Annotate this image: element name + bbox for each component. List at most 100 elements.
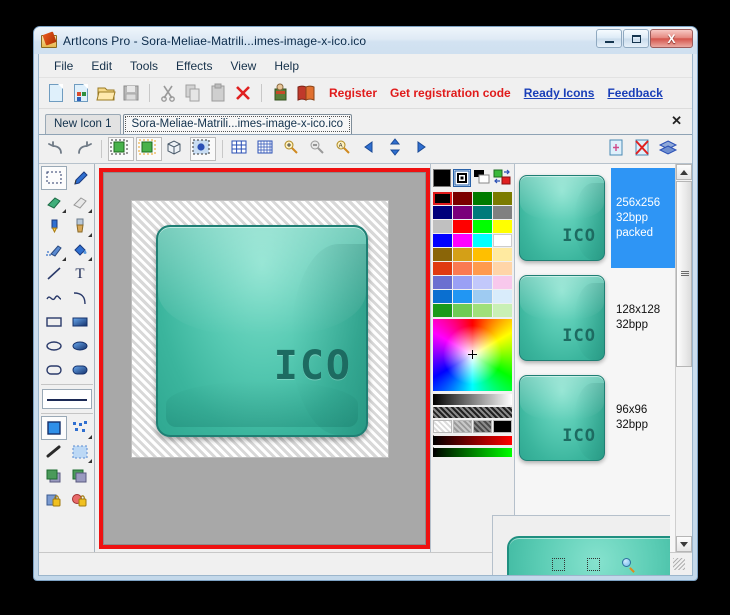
text-tool[interactable]: T xyxy=(67,262,93,286)
select-image-icon[interactable] xyxy=(108,137,134,161)
color-swatch[interactable] xyxy=(473,206,492,219)
alpha-swatch[interactable] xyxy=(453,420,472,433)
menu-item-tools[interactable]: Tools xyxy=(121,56,167,76)
format-list-item[interactable]: ICO 256x256 32bpp packed xyxy=(519,168,676,268)
color-swatch[interactable] xyxy=(493,304,512,317)
color-swatch[interactable] xyxy=(433,276,452,289)
arrow-left-icon[interactable] xyxy=(359,138,383,160)
color-swatch[interactable] xyxy=(453,206,472,219)
save-icon[interactable] xyxy=(120,82,142,104)
arrow-right-icon[interactable] xyxy=(411,138,435,160)
color-swatch[interactable] xyxy=(493,220,512,233)
color-swatch[interactable] xyxy=(493,206,512,219)
color-swatch[interactable] xyxy=(453,304,472,317)
select-image-orange-icon[interactable] xyxy=(136,137,162,161)
get-registration-code-link[interactable]: Get registration code xyxy=(390,86,511,100)
close-button[interactable]: X xyxy=(650,29,693,48)
title-bar[interactable]: ArtIcons Pro - Sora-Meliae-Matrili...ime… xyxy=(34,27,697,54)
extract-icon[interactable] xyxy=(269,82,291,104)
fill-color-tool[interactable] xyxy=(41,416,67,440)
grid-detail-icon[interactable] xyxy=(255,138,279,160)
color-swatch[interactable] xyxy=(433,192,452,205)
marker-tool[interactable] xyxy=(41,214,67,238)
copy-icon[interactable] xyxy=(182,82,204,104)
gradient-line-tool[interactable] xyxy=(41,440,67,464)
color-swatch[interactable] xyxy=(433,234,452,247)
new-format-icon[interactable] xyxy=(606,138,630,160)
redo-icon[interactable] xyxy=(71,138,95,160)
menu-item-view[interactable]: View xyxy=(222,56,266,76)
scroll-up-button[interactable] xyxy=(676,164,692,180)
pattern-bar[interactable] xyxy=(433,407,512,418)
pencil-tool[interactable] xyxy=(67,166,93,190)
icon-artwork[interactable]: ICO xyxy=(156,225,368,437)
color-swatch[interactable] xyxy=(493,234,512,247)
color-swatch[interactable] xyxy=(433,304,452,317)
canvas-area[interactable]: ICO xyxy=(95,164,430,552)
color-swatch[interactable] xyxy=(473,234,492,247)
tab-new-icon-1[interactable]: New Icon 1 xyxy=(45,114,121,134)
color-swatch[interactable] xyxy=(473,192,492,205)
new-icon[interactable] xyxy=(45,82,67,104)
feedback-link[interactable]: Feedback xyxy=(607,86,662,100)
color-swatch[interactable] xyxy=(473,276,492,289)
undo-icon[interactable] xyxy=(45,138,69,160)
library-icon[interactable] xyxy=(294,82,316,104)
grayscale-bar[interactable] xyxy=(433,394,512,405)
layer-back-tool[interactable] xyxy=(67,464,93,488)
color-swatch[interactable] xyxy=(473,304,492,317)
color-swatch[interactable] xyxy=(493,248,512,261)
color-swatch[interactable] xyxy=(433,262,452,275)
color-spectrum-picker[interactable] xyxy=(433,319,512,391)
format-list-item[interactable]: ICO 96x96 32bpp xyxy=(519,368,676,468)
airbrush-tool[interactable] xyxy=(41,238,67,262)
color-swatch[interactable] xyxy=(453,276,472,289)
curve-tool[interactable] xyxy=(41,286,67,310)
3d-box-icon[interactable] xyxy=(164,138,188,160)
menu-item-effects[interactable]: Effects xyxy=(167,56,221,76)
minimize-button[interactable] xyxy=(596,29,622,48)
alpha-swatch[interactable] xyxy=(473,420,492,433)
zoom-out-icon[interactable] xyxy=(307,138,331,160)
ready-icons-link[interactable]: Ready Icons xyxy=(524,86,595,100)
blur-select-icon[interactable] xyxy=(190,137,216,161)
arc-tool[interactable] xyxy=(67,286,93,310)
format-list-scrollbar[interactable] xyxy=(675,164,692,552)
zoom-in-icon[interactable] xyxy=(281,138,305,160)
color-swatch[interactable] xyxy=(453,262,472,275)
menu-item-file[interactable]: File xyxy=(45,56,82,76)
color-swatch[interactable] xyxy=(433,206,452,219)
lock-color-tool[interactable] xyxy=(67,488,93,512)
menu-item-edit[interactable]: Edit xyxy=(82,56,121,76)
scatter-tool[interactable] xyxy=(67,416,93,440)
rectangle-outline-tool[interactable] xyxy=(41,310,67,334)
zoom-actual-icon[interactable]: A xyxy=(333,138,357,160)
arrow-updown-icon[interactable] xyxy=(385,138,409,160)
color-swatch[interactable] xyxy=(433,290,452,303)
layers-icon[interactable] xyxy=(658,138,682,160)
rectangle-filled-tool[interactable] xyxy=(67,310,93,334)
open-icon[interactable] xyxy=(95,82,117,104)
tab-current-file[interactable]: Sora-Meliae-Matrili...imes-image-x-ico.i… xyxy=(122,114,353,134)
eraser-tool[interactable] xyxy=(67,190,93,214)
format-list-item[interactable]: ICO 128x128 32bpp xyxy=(519,268,676,368)
alpha-swatch[interactable] xyxy=(433,420,452,433)
color-swatch[interactable] xyxy=(493,290,512,303)
menu-item-help[interactable]: Help xyxy=(265,56,308,76)
new-image-icon[interactable] xyxy=(70,82,92,104)
register-link[interactable]: Register xyxy=(329,86,377,100)
ellipse-outline-tool[interactable] xyxy=(41,334,67,358)
color-swatch[interactable] xyxy=(493,276,512,289)
delete-icon[interactable] xyxy=(232,82,254,104)
color-mode-button[interactable] xyxy=(453,169,471,187)
paste-icon[interactable] xyxy=(207,82,229,104)
scroll-down-button[interactable] xyxy=(676,536,692,552)
color-swatch[interactable] xyxy=(453,192,472,205)
line-width-dropdown[interactable] xyxy=(42,389,92,409)
close-tab-icon[interactable]: ✕ xyxy=(671,113,682,129)
color-swatch[interactable] xyxy=(453,248,472,261)
rounded-rect-filled-tool[interactable] xyxy=(67,358,93,382)
soft-select-tool[interactable] xyxy=(67,440,93,464)
cut-icon[interactable] xyxy=(157,82,179,104)
rectangular-select-tool[interactable] xyxy=(41,166,67,190)
